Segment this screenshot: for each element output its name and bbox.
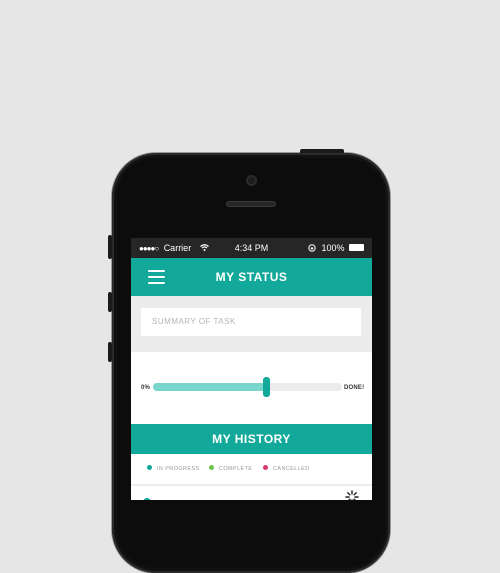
front-camera — [246, 175, 257, 186]
history-legend: IN PROGRESS COMPLETE CANCELLED — [131, 454, 372, 484]
mute-switch — [108, 235, 112, 259]
legend-item-cancelled: CANCELLED — [263, 465, 310, 472]
progress-end-label: DONE! — [344, 385, 365, 391]
history-list-item[interactable] — [131, 486, 372, 500]
battery-icon — [349, 244, 364, 252]
in-progress-dot-icon — [147, 465, 152, 471]
app-header: MY STATUS — [131, 258, 372, 296]
page-title: MY STATUS — [215, 270, 288, 284]
history-header: MY HISTORY — [131, 424, 372, 454]
legend-item-complete: COMPLETE — [209, 465, 253, 472]
legend-label: CANCELLED — [273, 466, 310, 472]
task-summary-input[interactable] — [141, 308, 361, 336]
status-bar: ●●●●○ Carrier 4:34 PM 100% — [131, 238, 372, 258]
power-button — [300, 149, 344, 153]
progress-start-label: 0% — [141, 385, 151, 391]
status-right: 100% — [308, 238, 364, 258]
orientation-lock-icon — [308, 243, 316, 252]
cancelled-dot-icon — [263, 465, 268, 471]
legend-item-in-progress: IN PROGRESS — [147, 465, 200, 472]
progress-panel: 0% DONE! — [131, 352, 372, 424]
complete-dot-icon — [209, 465, 214, 471]
app-screen: ●●●●○ Carrier 4:34 PM 100% MY STATUS 0% — [131, 238, 372, 500]
progress-fill — [153, 383, 267, 391]
volume-down-button — [108, 342, 112, 362]
history-title: MY HISTORY — [212, 432, 291, 446]
progress-slider-handle[interactable] — [263, 377, 271, 397]
progress-track[interactable] — [153, 377, 342, 397]
battery-percent: 100% — [321, 243, 345, 253]
volume-up-button — [108, 292, 112, 312]
earpiece-speaker — [226, 201, 276, 207]
legend-label: COMPLETE — [219, 466, 253, 472]
loading-spinner-icon — [345, 490, 359, 500]
legend-label: IN PROGRESS — [157, 466, 200, 472]
